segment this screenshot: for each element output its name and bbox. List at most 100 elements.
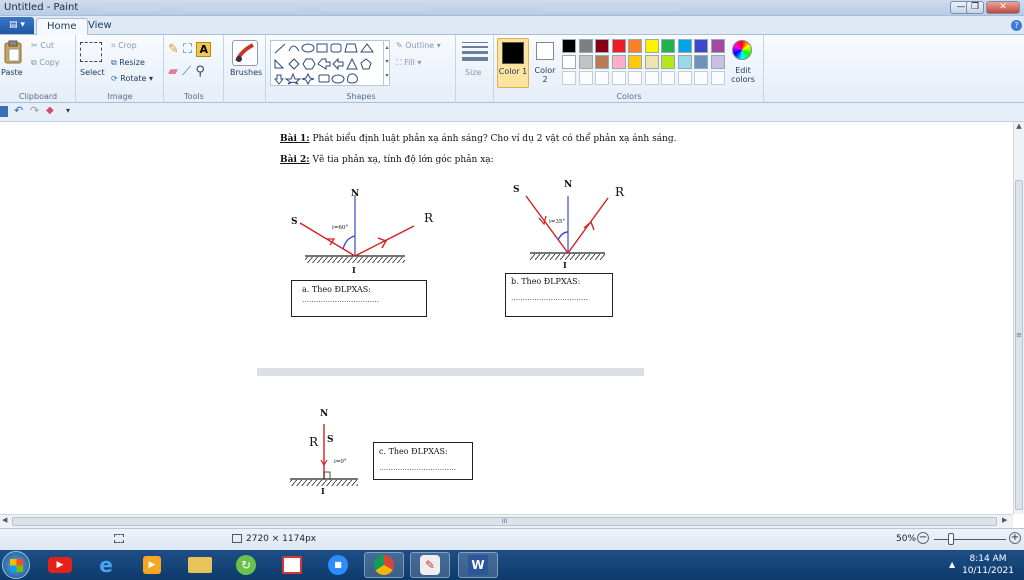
size-button[interactable]: Size xyxy=(465,68,481,77)
label-i-b: I xyxy=(563,260,567,270)
app2-taskbar-button[interactable] xyxy=(272,552,312,578)
text-tool-icon[interactable]: A xyxy=(196,42,212,57)
start-button[interactable] xyxy=(2,551,30,579)
resize-button[interactable]: ⧉ Resize xyxy=(111,58,145,68)
edit-colors-icon[interactable] xyxy=(732,40,752,60)
undo-icon[interactable]: ↶ xyxy=(14,104,23,117)
shapes-scroll[interactable]: ▴ ▾ ▾ xyxy=(383,41,390,85)
vertical-scroll-thumb[interactable]: ≡ xyxy=(1015,180,1023,510)
redo-icon[interactable]: ↷ xyxy=(30,104,39,117)
shapes-group-label: Shapes xyxy=(346,92,376,101)
paint-taskbar-button[interactable]: ✎ xyxy=(410,552,450,578)
folder-icon xyxy=(188,557,212,573)
youtube-taskbar-button[interactable]: ▶ xyxy=(40,552,80,578)
horizontal-scroll-thumb[interactable]: III xyxy=(12,517,997,526)
word-taskbar-button[interactable]: W xyxy=(458,552,498,578)
magnifier-icon[interactable]: ⚲ xyxy=(195,64,205,79)
canvas-size-icon xyxy=(232,534,242,543)
label-i-c: I xyxy=(321,486,325,496)
tools-group-label: Tools xyxy=(184,92,204,101)
help-icon[interactable]: ? xyxy=(1011,20,1022,31)
background-tab xyxy=(540,3,680,11)
page-separator xyxy=(257,368,644,376)
canvas-size: 2720 × 1174px xyxy=(246,534,317,544)
color-picker-icon[interactable]: ⟋ xyxy=(182,64,191,79)
tab-view[interactable]: View xyxy=(78,18,122,35)
quick-access-toolbar: ↶ ↷ ◆ ▾ xyxy=(0,103,1024,122)
answer-box-a[interactable]: a. Theo ĐLPXAS: …………………………… xyxy=(291,280,427,317)
crop-button[interactable]: ⌗ Crop xyxy=(111,41,137,51)
angle-arc-a xyxy=(342,235,356,250)
colors-group-label: Colors xyxy=(616,92,642,101)
zoom-in-button[interactable]: + xyxy=(1009,532,1021,544)
rotate-button[interactable]: ⟳ Rotate ▾ xyxy=(111,74,153,83)
reflected-ray-b xyxy=(567,197,609,254)
select-button[interactable]: Select xyxy=(80,68,105,77)
maximize-button[interactable]: ❐ xyxy=(966,1,984,14)
fill-bucket-icon[interactable]: ⛶ xyxy=(183,42,192,57)
scissors-icon: ✂ xyxy=(31,41,41,50)
ribbon-tabs xyxy=(0,16,1024,35)
answer-box-b-label: b. Theo ĐLPXAS: xyxy=(511,277,581,286)
brush-icon[interactable] xyxy=(232,40,258,66)
scroll-right-icon[interactable]: ▶ xyxy=(1002,516,1007,524)
rotate-icon: ⟳ xyxy=(111,74,121,83)
zoom-slider-thumb[interactable] xyxy=(948,533,954,545)
app-taskbar-button[interactable]: ↻ xyxy=(226,552,266,578)
pencil-icon[interactable]: ✎ xyxy=(168,42,179,57)
eraser-icon[interactable]: ▰ xyxy=(168,64,178,79)
size-icon[interactable] xyxy=(462,42,488,61)
answer-box-a-label: a. Theo ĐLPXAS: xyxy=(302,285,371,294)
media-taskbar-button[interactable]: ▶ xyxy=(132,552,172,578)
answer-box-b[interactable]: b. Theo ĐLPXAS: …………………………… xyxy=(505,273,613,317)
explorer-taskbar-button[interactable] xyxy=(180,552,220,578)
fill-label: Fill xyxy=(404,58,415,67)
cut-button[interactable]: ✂ Cut xyxy=(31,41,54,50)
fill-button[interactable]: ⛶ Fill ▾ xyxy=(396,58,421,68)
crop-icon: ⌗ xyxy=(111,41,119,50)
label-n-a: N xyxy=(351,189,360,199)
image-group-label: Image xyxy=(107,92,133,101)
shapes-gallery[interactable] xyxy=(270,40,390,86)
answer-box-b-dots: …………………………… xyxy=(511,294,588,302)
clock-date: 10/11/2021 xyxy=(962,566,1014,576)
media-player-icon: ▶ xyxy=(143,556,161,574)
customize-qat-icon[interactable]: ▾ xyxy=(66,106,70,115)
paint-app-icon: ✎ xyxy=(420,555,440,575)
vertical-scrollbar[interactable]: ▲ ≡ xyxy=(1013,122,1024,514)
system-clock[interactable]: 8:14 AM 10/11/2021 xyxy=(962,553,1014,577)
paste-button[interactable]: Paste xyxy=(1,68,23,77)
diagram-b xyxy=(525,195,609,260)
outline-button[interactable]: ✎ Outline ▾ xyxy=(396,41,441,50)
tray-expand-icon[interactable]: ▲ xyxy=(949,560,955,569)
canvas-area[interactable]: Bài 1: Phát biểu định luật phản xạ ánh s… xyxy=(0,122,1013,514)
close-button[interactable]: ✕ xyxy=(986,1,1020,14)
eraser-quick-icon[interactable]: ◆ xyxy=(46,105,54,116)
answer-box-c[interactable]: c. Theo ĐLPXAS: …………………………… xyxy=(373,442,473,480)
status-bar: 2720 × 1174px 50% − + xyxy=(0,528,1024,550)
zoom-slider[interactable] xyxy=(934,539,1006,540)
label-r-b: R xyxy=(615,185,625,199)
paint-menu-button[interactable]: ▤ ▾ xyxy=(0,17,34,34)
scroll-left-icon[interactable]: ◀ xyxy=(2,516,7,524)
horizontal-scrollbar[interactable]: ◀ III ▶ xyxy=(0,514,1013,528)
copy-button[interactable]: ⧉ Copy xyxy=(31,58,60,68)
chrome-taskbar-button[interactable] xyxy=(364,552,404,578)
scroll-up-icon[interactable]: ▲ xyxy=(1014,122,1024,130)
diagram-c xyxy=(290,424,358,486)
windows-logo-icon xyxy=(9,559,23,572)
word-icon: W xyxy=(468,555,488,575)
outline-icon: ✎ xyxy=(396,41,406,50)
select-icon[interactable] xyxy=(80,42,102,62)
brushes-button[interactable]: Brushes xyxy=(230,68,262,77)
background-tab xyxy=(100,3,160,11)
zoom-out-button[interactable]: − xyxy=(917,532,929,544)
right-angle-c xyxy=(323,471,331,480)
ie-taskbar-button[interactable]: e xyxy=(86,552,126,578)
zoom-level: 50% xyxy=(896,534,917,544)
paste-icon[interactable] xyxy=(2,40,24,66)
zoom-taskbar-button[interactable]: ■ xyxy=(318,552,358,578)
crop-label: Crop xyxy=(118,41,137,50)
save-icon[interactable] xyxy=(0,106,8,117)
edit-colors-button[interactable]: Edit colors xyxy=(729,66,757,84)
